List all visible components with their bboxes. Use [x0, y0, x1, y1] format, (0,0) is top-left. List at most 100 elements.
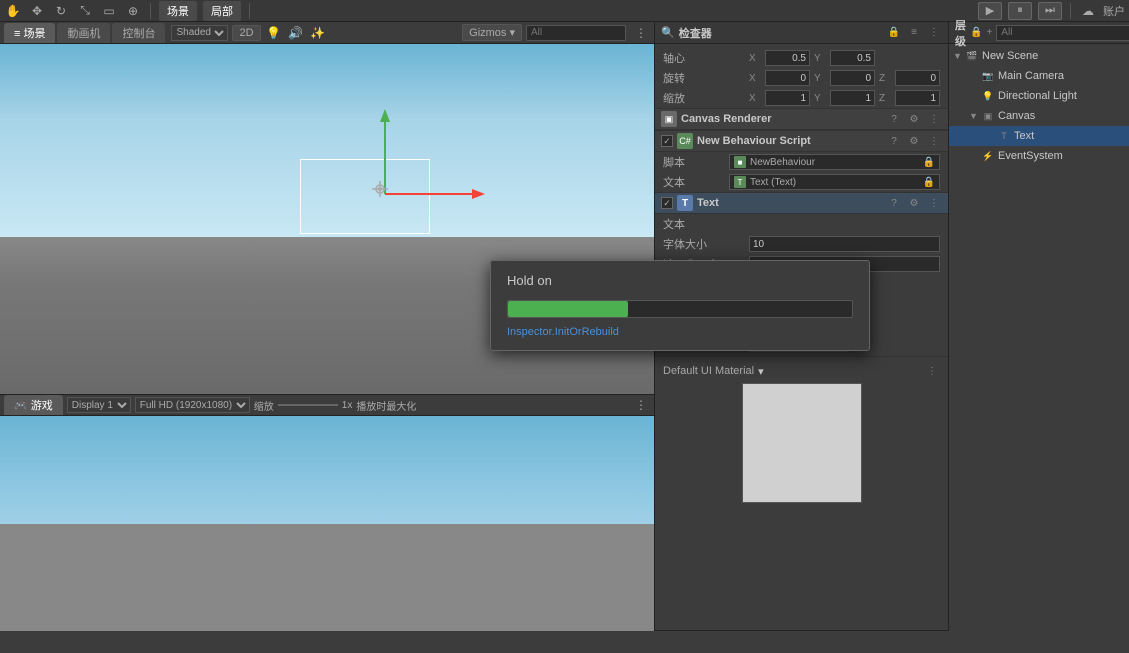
collab-icon[interactable]: ☁	[1079, 2, 1097, 20]
account-area[interactable]: 账户	[1103, 3, 1125, 19]
text-ref-value[interactable]: T Text (Text) 🔒	[729, 174, 940, 190]
canvas-renderer-header[interactable]: ▣ Canvas Renderer ? ⚙ ⋮	[655, 108, 948, 130]
rx-label: X	[749, 73, 761, 84]
hold-on-dialog: Hold on Inspector.InitOrRebuild	[490, 260, 870, 351]
scale-tool[interactable]: ⤡	[76, 2, 94, 20]
2d-toggle[interactable]: 2D	[232, 25, 260, 41]
main-camera-label: Main Camera	[998, 70, 1064, 82]
behaviour-menu[interactable]: ⋮	[926, 133, 942, 149]
rot-y-input[interactable]	[830, 70, 875, 86]
material-name: Default UI Material	[663, 365, 754, 377]
dir-light-label: Directional Light	[998, 90, 1077, 102]
text-ref-label: 文本	[663, 174, 723, 190]
move-tool[interactable]: ✥	[28, 2, 46, 20]
transform-tool[interactable]: ⊕	[124, 2, 142, 20]
console-tab[interactable]: 控制台	[112, 23, 165, 43]
script-value[interactable]: ■ NewBehaviour 🔒	[729, 154, 940, 170]
text-menu[interactable]: ⋮	[926, 195, 942, 211]
step-button[interactable]: ⏭	[1038, 2, 1062, 20]
inspector-lock-icon[interactable]: 🔒	[886, 25, 902, 41]
text-component-header[interactable]: T Text ? ⚙ ⋮	[655, 192, 948, 214]
axis-y-input[interactable]	[830, 50, 875, 66]
axis-value: X Y	[749, 50, 940, 66]
canvas-renderer-help[interactable]: ?	[886, 111, 902, 127]
scene-search[interactable]	[526, 25, 626, 41]
pivot-toggle[interactable]: 场景	[159, 1, 197, 21]
play-button[interactable]: ▶	[978, 2, 1002, 20]
axis-x-input[interactable]	[765, 50, 810, 66]
hier-new-scene[interactable]: ▼ 🎬 New Scene	[949, 46, 1129, 66]
scale-range	[278, 404, 338, 406]
inspector-title: 检查器	[679, 25, 712, 41]
animation-tab[interactable]: 動画机	[57, 23, 110, 43]
rot-x-input[interactable]	[765, 70, 810, 86]
hierarchy-header: 层级 🔒 + ⋮	[949, 22, 1129, 44]
script-name: NewBehaviour	[750, 157, 815, 168]
gizmos-btn[interactable]: Gizmos ▾	[462, 24, 522, 41]
game-menu-icon[interactable]: ⋮	[632, 396, 650, 414]
material-arrow: ▾	[758, 365, 764, 378]
behaviour-script-name: New Behaviour Script	[697, 135, 811, 147]
hier-canvas[interactable]: ▼ ▣ Canvas	[949, 106, 1129, 126]
behaviour-settings[interactable]: ⚙	[906, 133, 922, 149]
hierarchy-search[interactable]	[996, 25, 1129, 41]
rot-z-input[interactable]	[895, 70, 940, 86]
hier-text[interactable]: T Text	[949, 126, 1129, 146]
gizmo-arrows	[300, 104, 500, 224]
behaviour-script-header[interactable]: C# New Behaviour Script ? ⚙ ⋮	[655, 130, 948, 152]
audio-icon[interactable]: 🔊	[287, 24, 305, 42]
game-controls: Display 1 Full HD (1920x1080) 缩放 1x 播放时最…	[67, 397, 417, 413]
behaviour-help[interactable]: ?	[886, 133, 902, 149]
scene-tabbar: ≡ 场景 動画机 控制台 Shaded 2D 💡 🔊 ✨ Gizmos ▾ ⋮	[0, 22, 654, 44]
text-checkbox[interactable]	[661, 197, 673, 209]
transform-axis-row: 轴心 X Y	[655, 48, 948, 68]
canvas-renderer-menu[interactable]: ⋮	[926, 111, 942, 127]
game-tab[interactable]: 🎮 游戏	[4, 395, 63, 415]
resolution-select[interactable]: Full HD (1920x1080)	[135, 397, 250, 413]
ry-label: Y	[814, 73, 826, 84]
sz-label: Z	[879, 93, 891, 104]
rotate-tool[interactable]: ↻	[52, 2, 70, 20]
material-preview	[742, 383, 862, 503]
canvas-renderer-settings[interactable]: ⚙	[906, 111, 922, 127]
scale-x-input[interactable]	[765, 90, 810, 106]
text-ref-name: Text (Text)	[750, 177, 796, 188]
material-menu[interactable]: ⋮	[924, 363, 940, 379]
display-select[interactable]: Display 1	[67, 397, 131, 413]
inspector-more-icon[interactable]: ⋮	[926, 25, 942, 41]
font-size-row: 字体大小	[655, 234, 948, 254]
hierarchy-add-icon[interactable]: +	[986, 25, 992, 41]
effects-icon[interactable]: ✨	[309, 24, 327, 42]
hierarchy-lock-icon[interactable]: 🔒	[970, 25, 982, 41]
game-background: New Text	[0, 416, 654, 631]
account-label: 账户	[1103, 3, 1125, 19]
behaviour-checkbox[interactable]	[661, 135, 673, 147]
canvas-renderer-controls: ? ⚙ ⋮	[886, 111, 942, 127]
hier-eventsystem[interactable]: ⚡ EventSystem	[949, 146, 1129, 166]
hand-tool[interactable]: ✋	[4, 2, 22, 20]
axis-label: 轴心	[663, 50, 743, 66]
text-help[interactable]: ?	[886, 195, 902, 211]
text-settings[interactable]: ⚙	[906, 195, 922, 211]
sep2	[249, 3, 250, 19]
scene-menu-icon[interactable]: ⋮	[632, 24, 650, 42]
game-tab-label: 游戏	[31, 400, 53, 412]
scene-tab[interactable]: ≡ 场景	[4, 23, 55, 43]
rect-tool[interactable]: ▭	[100, 2, 118, 20]
text-label: Text	[1014, 130, 1034, 142]
pause-button[interactable]: ⏸	[1008, 2, 1032, 20]
shading-select[interactable]: Shaded	[171, 25, 228, 41]
scale-y-input[interactable]	[830, 90, 875, 106]
hier-main-camera[interactable]: 📷 Main Camera	[949, 66, 1129, 86]
font-size-input[interactable]	[749, 236, 940, 252]
material-section: Default UI Material ▾ ⋮	[655, 359, 948, 507]
maximize-label: 播放时最大化	[356, 398, 416, 413]
material-divider	[655, 356, 948, 357]
lock-icon: 🔒	[923, 157, 935, 168]
hier-dir-light[interactable]: 💡 Directional Light	[949, 86, 1129, 106]
lighting-icon[interactable]: 💡	[265, 24, 283, 42]
inspector-menu-icon[interactable]: ≡	[906, 25, 922, 41]
scale-z-input[interactable]	[895, 90, 940, 106]
global-toggle[interactable]: 局部	[203, 1, 241, 21]
game-icon: 🎮	[14, 400, 28, 412]
